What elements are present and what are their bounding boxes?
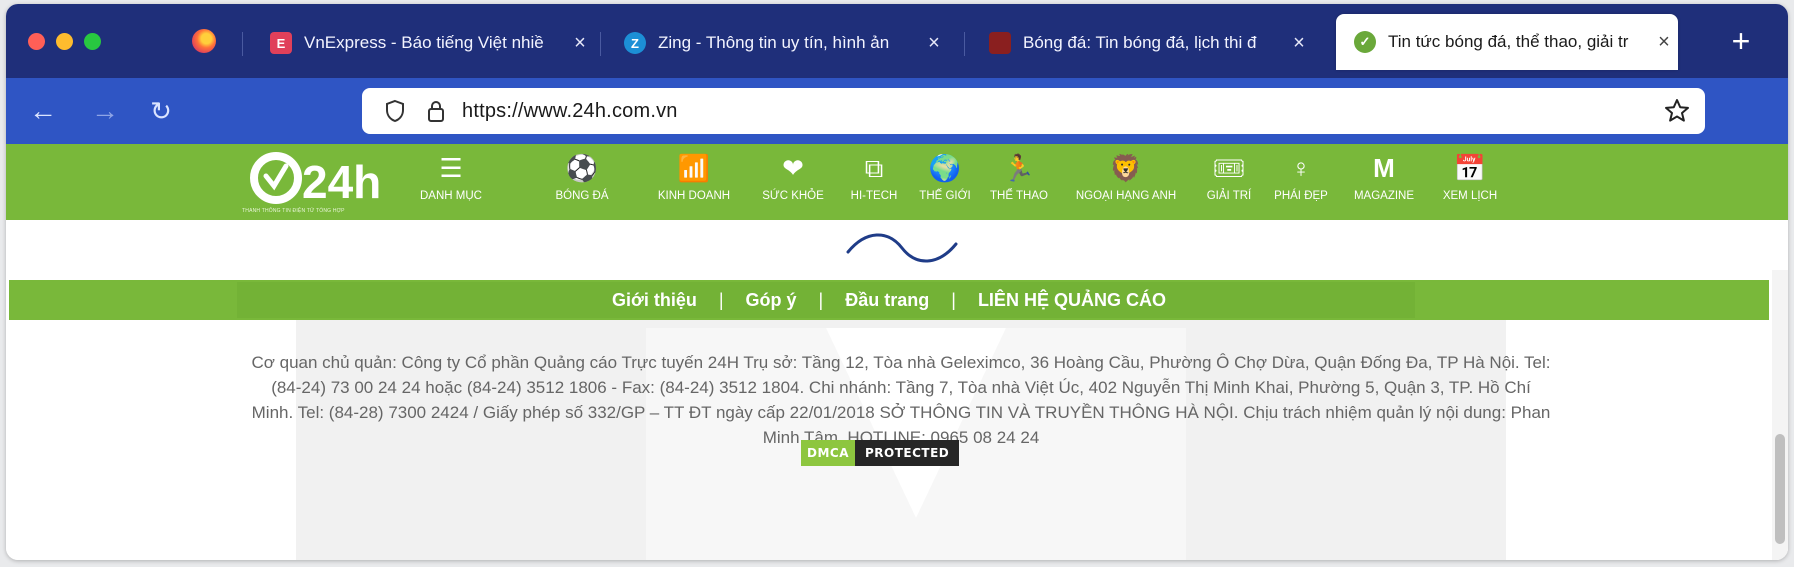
site-header: 24h THANH THÔNG TIN ĐIỆN TỬ TỔNG HỢP ☰ D… (6, 144, 1788, 220)
footer-links-bar: Giới thiệu | Góp ý | Đầu trang | LIÊN HỆ… (9, 280, 1769, 320)
menu-label: KINH DOANH (657, 190, 731, 202)
lock-icon[interactable] (426, 99, 446, 123)
wave-divider-icon (846, 233, 958, 263)
tab-title: Tin tức bóng đá, thể thao, giải tr (1388, 32, 1629, 51)
footer-separator: | (818, 289, 824, 310)
menu-label: SỨC KHỎE (762, 190, 824, 202)
new-tab-button[interactable]: + (1724, 24, 1758, 58)
close-window-button[interactable] (28, 33, 45, 50)
menu-label: GIẢI TRÍ (1206, 190, 1252, 202)
woman-icon: ♀ (1291, 153, 1311, 183)
heart-pulse-icon: ❤ (782, 153, 804, 183)
footer-link-gop-y[interactable]: Góp ý (746, 290, 797, 311)
shield-icon[interactable] (384, 99, 406, 123)
scrollbar-thumb[interactable] (1775, 434, 1785, 544)
company-address: Cơ quan chủ quản: Công ty Cổ phần Quảng … (76, 350, 1726, 450)
forward-arrow-icon[interactable]: → (88, 94, 122, 128)
address-line: Minh. Tel: (84-28) 7300 2424 / Giấy phép… (251, 403, 1551, 422)
footer-link-lien-he-quang-cao[interactable]: LIÊN HỆ QUẢNG CÁO (978, 290, 1166, 311)
reload-icon[interactable]: ↻ (144, 94, 178, 128)
navigation-bar: ← → ↻ https://www.24h.com.vn (6, 78, 1788, 144)
address-line: Cơ quan chủ quản: Công ty Cổ phần Quảng … (251, 353, 1551, 372)
dmca-label: DMCA (801, 440, 855, 466)
browser-window: E VnExpress - Báo tiếng Việt nhiề × Z Zi… (6, 4, 1788, 560)
menu-label: NGOẠI HẠNG ANH (1075, 190, 1177, 202)
page-content: Giới thiệu | Góp ý | Đầu trang | LIÊN HỆ… (6, 220, 1788, 560)
magazine-m-icon: M (1373, 153, 1395, 183)
menu-magazine[interactable]: M MAGAZINE (1344, 150, 1424, 216)
bongda-favicon-icon (989, 32, 1011, 54)
logo-tagline: THANH THÔNG TIN ĐIỆN TỬ TỔNG HỢP (242, 208, 345, 214)
menu-kinh-doanh[interactable]: 📶 KINH DOANH (646, 150, 742, 216)
tab-close-icon[interactable]: × (920, 32, 948, 55)
tab-zing[interactable]: Z Zing - Thông tin uy tín, hình ản × (606, 16, 948, 70)
menu-phai-dep[interactable]: ♀ PHÁI ĐẸP (1268, 150, 1334, 216)
bookmark-star-icon[interactable] (1663, 97, 1691, 125)
hamburger-icon: ☰ (439, 153, 463, 183)
24h-favicon-icon: ✓ (1354, 31, 1376, 53)
tab-title: Zing - Thông tin uy tín, hình ản (658, 33, 890, 52)
movie-ticket-icon: 🎟 (1212, 153, 1246, 183)
footer-link-dau-trang[interactable]: Đầu trang (845, 290, 929, 311)
tab-close-icon[interactable]: × (1650, 31, 1678, 54)
address-bar[interactable]: https://www.24h.com.vn (362, 88, 1705, 134)
zing-favicon-icon: Z (624, 32, 646, 54)
minimize-window-button[interactable] (56, 33, 73, 50)
menu-label: DANH MỤC (420, 190, 482, 202)
maximize-window-button[interactable] (84, 33, 101, 50)
tab-bongda[interactable]: Bóng đá: Tin bóng đá, lịch thi đ × (971, 16, 1313, 70)
calendar-icon: 📅 (1453, 153, 1487, 183)
menu-hi-tech[interactable]: ⧉ HI-TECH (842, 150, 906, 216)
bar-chart-icon: 📶 (677, 153, 711, 183)
menu-danh-muc[interactable]: ☰ DANH MỤC (414, 150, 488, 216)
menu-label: THỂ THAO (990, 190, 1048, 202)
menu-label: BÓNG ĐÁ (555, 190, 609, 202)
back-arrow-icon[interactable]: ← (26, 94, 60, 128)
footer-links: Giới thiệu | Góp ý | Đầu trang | LIÊN HỆ… (612, 290, 1166, 311)
menu-label: PHÁI ĐẸP (1274, 190, 1328, 202)
site-logo[interactable]: 24h (246, 150, 406, 216)
footer-link-gioi-thieu[interactable]: Giới thiệu (612, 290, 697, 311)
globe-icon: 🌍 (928, 153, 962, 183)
menu-label: XEM LỊCH (1442, 190, 1498, 202)
tab-separator (600, 32, 601, 56)
protected-label: PROTECTED (855, 440, 960, 466)
lion-icon: 🦁 (1109, 153, 1143, 183)
menu-the-thao[interactable]: 🏃 THỂ THAO (984, 150, 1054, 216)
tab-close-icon[interactable]: × (566, 32, 594, 55)
menu-bong-da[interactable]: ⚽ BÓNG ĐÁ (552, 150, 612, 216)
menu-label: HI-TECH (850, 190, 898, 202)
menu-label: THẾ GIỚI (919, 190, 971, 202)
footer-separator: | (951, 289, 956, 310)
firefox-icon[interactable] (192, 29, 216, 53)
tab-24h-active[interactable]: ✓ Tin tức bóng đá, thể thao, giải tr × (1336, 14, 1678, 70)
vnexpress-favicon-icon: E (270, 32, 292, 54)
devices-icon: ⧉ (864, 153, 884, 183)
menu-suc-khoe[interactable]: ❤ SỨC KHỎE (752, 150, 834, 216)
tab-separator (964, 32, 965, 56)
tab-vnexpress[interactable]: E VnExpress - Báo tiếng Việt nhiề × (252, 16, 594, 70)
tab-title: Bóng đá: Tin bóng đá, lịch thi đ (1023, 33, 1257, 52)
tab-strip: E VnExpress - Báo tiếng Việt nhiề × Z Zi… (6, 4, 1788, 78)
runner-icon: 🏃 (1002, 153, 1036, 183)
tab-separator (242, 32, 243, 56)
footer-separator: | (718, 289, 724, 310)
soccer-ball-icon: ⚽ (565, 153, 599, 183)
menu-xem-lich[interactable]: 📅 XEM LỊCH (1434, 150, 1506, 216)
logo-text: 24h (302, 156, 381, 208)
menu-ngoai-hang-anh[interactable]: 🦁 NGOẠI HẠNG ANH (1060, 150, 1192, 216)
tab-title: VnExpress - Báo tiếng Việt nhiề (304, 33, 544, 52)
dmca-protected-badge[interactable]: DMCA PROTECTED (801, 440, 960, 466)
menu-giai-tri[interactable]: 🎟 GIẢI TRÍ (1198, 150, 1260, 216)
url-text[interactable]: https://www.24h.com.vn (462, 100, 678, 123)
menu-the-gioi[interactable]: 🌍 THẾ GIỚI (910, 150, 980, 216)
address-line: (84-24) 73 00 24 24 hoặc (84-24) 3512 18… (271, 378, 1531, 397)
tab-close-icon[interactable]: × (1285, 32, 1313, 55)
menu-label: MAGAZINE (1353, 190, 1415, 202)
